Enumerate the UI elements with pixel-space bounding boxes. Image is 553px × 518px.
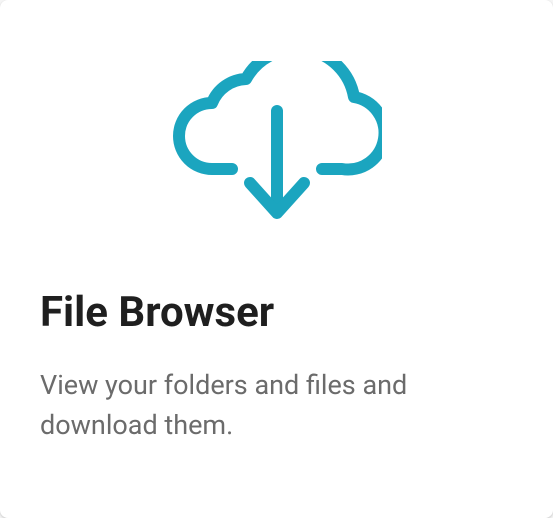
- file-browser-card[interactable]: File Browser View your folders and files…: [0, 0, 553, 518]
- card-title: File Browser: [40, 288, 513, 338]
- card-icon-wrap: [40, 48, 513, 248]
- card-description: View your folders and files and download…: [40, 366, 513, 444]
- cloud-download-icon: [172, 61, 382, 235]
